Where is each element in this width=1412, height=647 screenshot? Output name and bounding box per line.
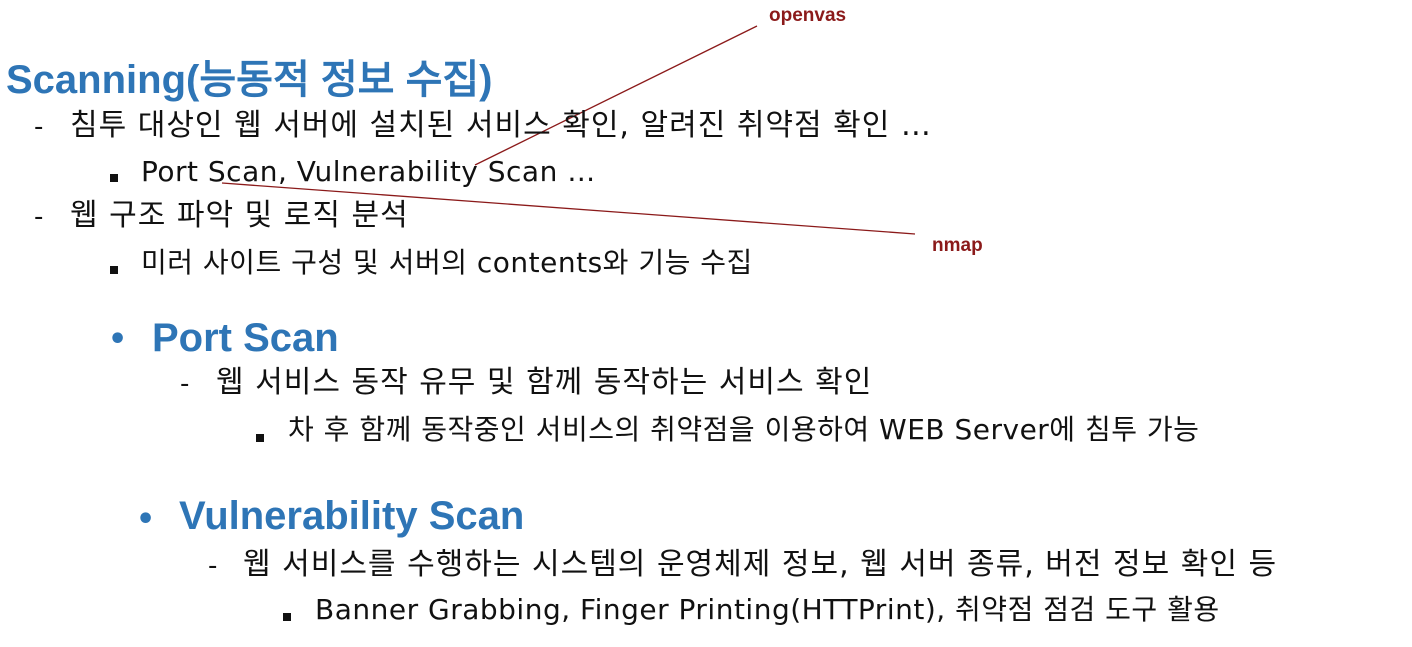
dash-bullet: - xyxy=(34,112,44,142)
section-bullet: • xyxy=(136,502,156,537)
intro-item-1-sub: Port Scan, Vulnerability Scan … xyxy=(141,155,596,188)
intro-item-1: 침투 대상인 웹 서버에 설치된 서비스 확인, 알려진 취약점 확인 … xyxy=(70,108,932,143)
square-bullet xyxy=(110,259,118,278)
intro-item-2: 웹 구조 파악 및 로직 분석 xyxy=(70,198,409,233)
port-scan-sub: 차 후 함께 동작중인 서비스의 취약점을 이용하여 WEB Server에 침… xyxy=(288,413,1200,446)
vuln-scan-sub: Banner Grabbing, Finger Printing(HTTPrin… xyxy=(315,593,1220,626)
port-scan-item: 웹 서비스 동작 유무 및 함께 동작하는 서비스 확인 xyxy=(216,365,873,400)
section-bullet: • xyxy=(108,322,128,357)
square-bullet xyxy=(283,606,291,625)
vuln-scan-item: 웹 서비스를 수행하는 시스템의 운영체제 정보, 웹 서버 종류, 버전 정보… xyxy=(243,547,1278,582)
section-heading-vulnerability-scan: Vulnerability Scan xyxy=(179,494,525,538)
section-heading-port-scan: Port Scan xyxy=(152,316,339,360)
square-bullet xyxy=(256,427,264,446)
dash-bullet: - xyxy=(208,551,218,581)
annotation-nmap: nmap xyxy=(932,235,983,256)
intro-item-2-sub: 미러 사이트 구성 및 서버의 contents와 기능 수집 xyxy=(141,246,753,279)
dash-bullet: - xyxy=(34,202,44,232)
annotation-openvas: openvas xyxy=(769,5,847,26)
dash-bullet: - xyxy=(180,369,190,399)
page-title: Scanning(능동적 정보 수집) xyxy=(6,58,493,102)
openvas-pointer-line xyxy=(474,25,758,166)
square-bullet xyxy=(110,167,118,186)
